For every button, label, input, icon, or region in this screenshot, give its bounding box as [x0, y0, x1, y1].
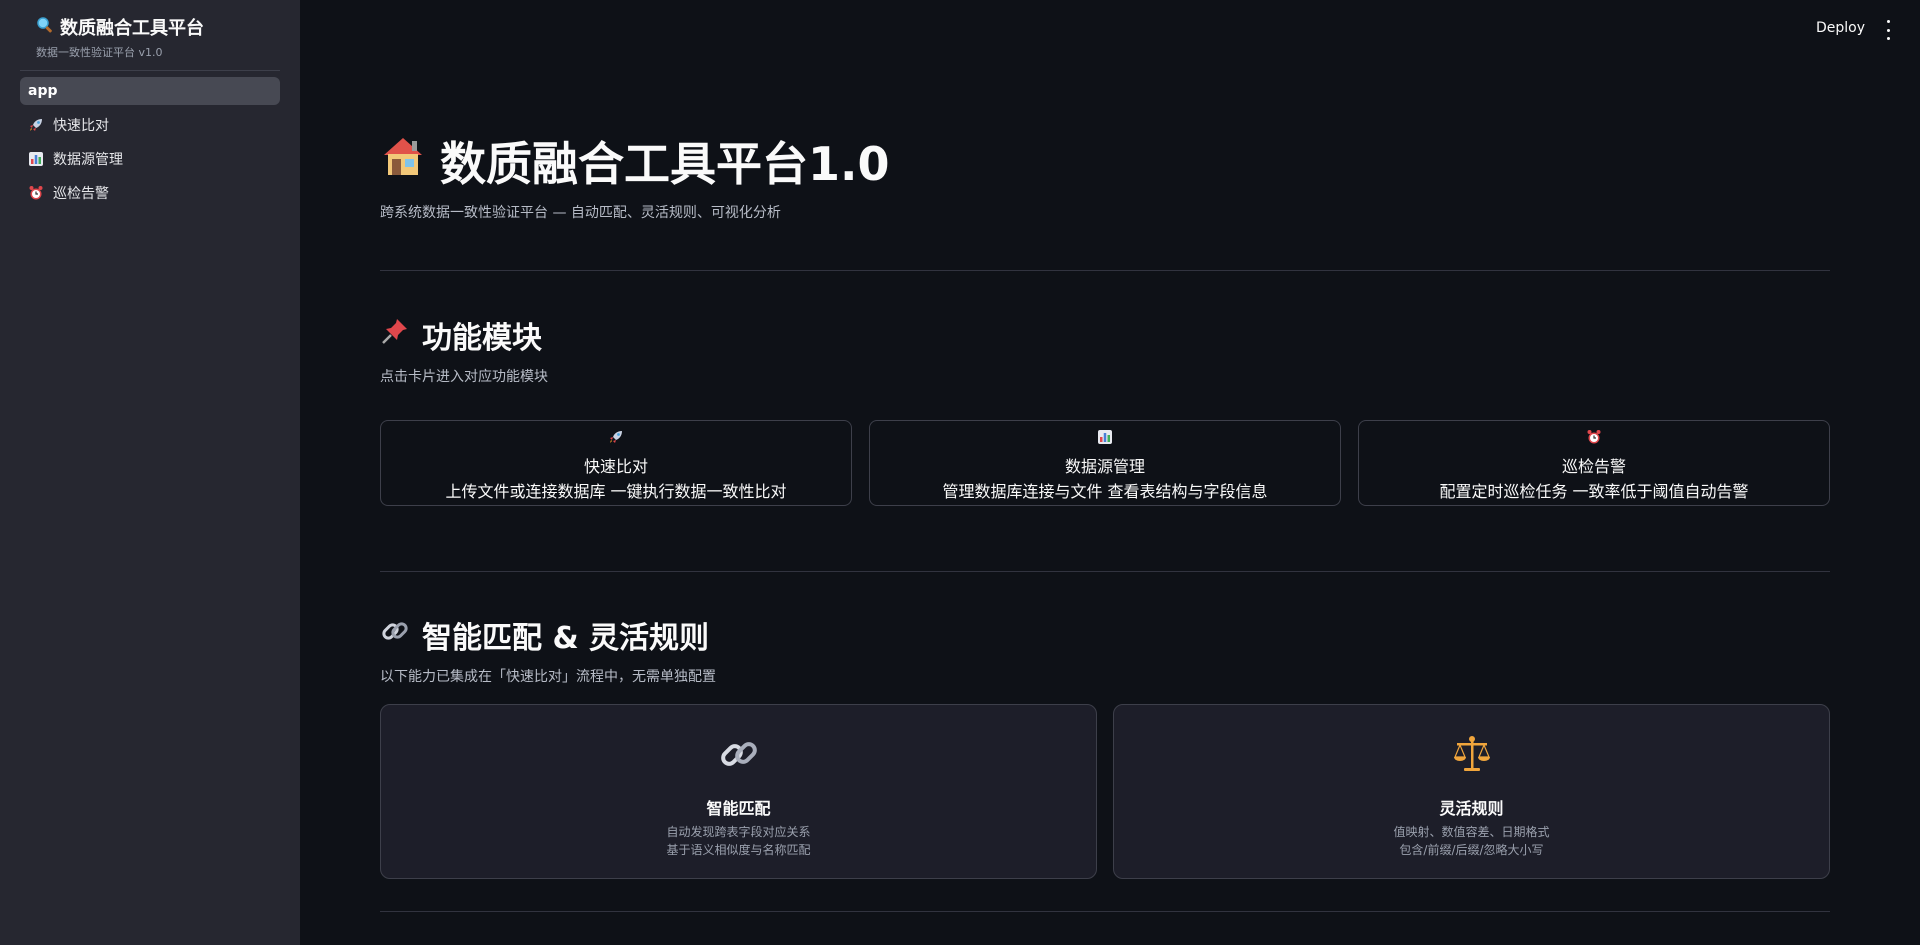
link-icon: [718, 733, 760, 775]
divider: [380, 571, 1830, 572]
page-title: 数质融合工具平台1.0: [380, 128, 890, 194]
sidebar-item-quick-compare[interactable]: 快速比对: [20, 111, 280, 139]
sidebar-item-label: app: [28, 83, 58, 99]
divider: [380, 270, 1830, 271]
module-card-title: 巡检告警: [1561, 457, 1626, 476]
page-subtitle: 跨系统数据一致性验证平台 — 自动匹配、灵活规则、可视化分析: [380, 205, 781, 221]
module-card-title: 数据源管理: [1064, 457, 1145, 476]
sidebar-item-label: 巡检告警: [53, 186, 109, 202]
section-subtitle: 以下能力已集成在「快速比对」流程中，无需单独配置: [380, 669, 716, 685]
link-icon: [380, 616, 410, 654]
deploy-button[interactable]: Deploy: [1812, 18, 1869, 38]
module-card-title: 快速比对: [583, 457, 648, 476]
balance-scale-icon: [1451, 733, 1493, 775]
bar-chart-icon: [28, 151, 44, 167]
rocket-icon: [608, 429, 624, 445]
divider: [380, 911, 1830, 912]
sidebar-item-data-sources[interactable]: 数据源管理: [20, 145, 280, 173]
magnifier-icon: [36, 16, 54, 39]
module-card-desc: 管理数据库连接与文件 查看表结构与字段信息: [942, 482, 1268, 501]
sidebar-item-label: 快速比对: [53, 118, 109, 134]
feature-card-title: 智能匹配: [706, 799, 771, 818]
rocket-icon: [28, 117, 44, 133]
module-card-desc: 配置定时巡检任务 一致率低于阈值自动告警: [1439, 482, 1749, 501]
sidebar-item-app[interactable]: app: [20, 77, 280, 105]
module-card-desc: 上传文件或连接数据库 一键执行数据一致性比对: [445, 482, 787, 501]
sidebar-brand-title: 数质融合工具平台: [60, 18, 204, 39]
section-title-features: 智能匹配 & 灵活规则: [380, 613, 709, 657]
feature-card-desc-line2: 基于语义相似度与名称匹配: [666, 843, 811, 857]
page-title-text: 数质融合工具平台1.0: [440, 137, 890, 191]
module-card-data-sources[interactable]: 数据源管理 管理数据库连接与文件 查看表结构与字段信息: [869, 420, 1341, 506]
alarm-clock-icon: [28, 185, 44, 201]
sidebar-brand: 数质融合工具平台: [36, 14, 204, 40]
module-cards: 快速比对 上传文件或连接数据库 一键执行数据一致性比对 数据源管理 管理数据库连…: [380, 420, 1830, 506]
section-subtitle: 点击卡片进入对应功能模块: [380, 369, 548, 385]
house-icon: [380, 133, 426, 190]
sidebar-divider: [20, 70, 280, 71]
kebab-menu-icon[interactable]: [1883, 20, 1893, 40]
bar-chart-icon: [1097, 429, 1113, 445]
section-title-text: 功能模块: [422, 321, 542, 356]
feature-cards: 智能匹配 自动发现跨表字段对应关系 基于语义相似度与名称匹配 灵活规则 值映射、…: [380, 704, 1830, 879]
feature-card-desc-line1: 值映射、数值容差、日期格式: [1393, 825, 1550, 839]
feature-card-smart-match: 智能匹配 自动发现跨表字段对应关系 基于语义相似度与名称匹配: [380, 704, 1097, 879]
sidebar: 数质融合工具平台 数据一致性验证平台 v1.0 app 快速比对 数据源管理 巡…: [0, 0, 300, 945]
sidebar-item-inspection-alerts[interactable]: 巡检告警: [20, 179, 280, 207]
sidebar-nav: app 快速比对 数据源管理 巡检告警: [20, 77, 280, 213]
pushpin-icon: [380, 316, 410, 354]
sidebar-item-label: 数据源管理: [53, 152, 123, 168]
feature-card-title: 灵活规则: [1439, 799, 1504, 818]
section-title-text: 智能匹配 & 灵活规则: [422, 621, 710, 656]
sidebar-brand-subtitle: 数据一致性验证平台 v1.0: [36, 46, 163, 59]
alarm-clock-icon: [1586, 429, 1602, 445]
feature-card-desc-line2: 包含/前缀/后缀/忽略大小写: [1399, 843, 1544, 857]
feature-card-desc-line1: 自动发现跨表字段对应关系: [666, 825, 811, 839]
module-card-quick-compare[interactable]: 快速比对 上传文件或连接数据库 一键执行数据一致性比对: [380, 420, 852, 506]
module-card-inspection-alerts[interactable]: 巡检告警 配置定时巡检任务 一致率低于阈值自动告警: [1358, 420, 1830, 506]
section-title-modules: 功能模块: [380, 313, 542, 357]
feature-card-flexible-rules: 灵活规则 值映射、数值容差、日期格式 包含/前缀/后缀/忽略大小写: [1113, 704, 1830, 879]
